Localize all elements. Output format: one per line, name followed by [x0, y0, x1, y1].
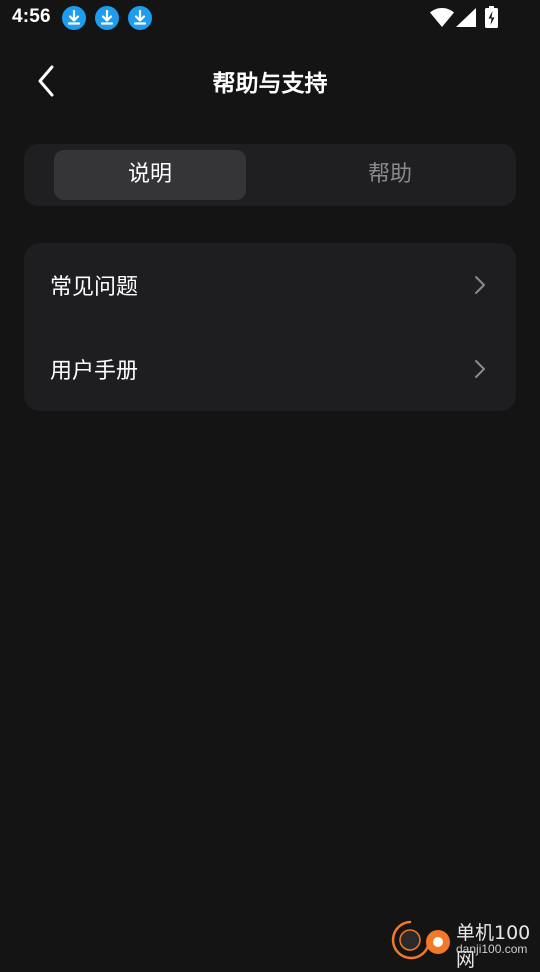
- battery-charging-icon: [485, 6, 498, 28]
- download-icon: [95, 6, 119, 30]
- chevron-right-icon: [475, 276, 485, 294]
- status-bar: 4:56: [0, 0, 540, 36]
- page-title: 帮助与支持: [212, 71, 328, 97]
- list-item-label: 用户手册: [50, 359, 139, 384]
- list-item-user-manual[interactable]: 用户手册: [24, 327, 516, 411]
- list-item-label: 常见问题: [50, 275, 139, 300]
- wifi-icon: [430, 8, 454, 27]
- download-icon: [128, 6, 152, 30]
- tab-help[interactable]: 帮助: [294, 150, 486, 200]
- watermark: 单机100网 danji100.com: [390, 914, 540, 971]
- signal-icon: [456, 8, 476, 27]
- download-icon: [62, 6, 86, 30]
- watermark-logo-icon: [391, 920, 450, 960]
- watermark-url: danji100.com: [456, 942, 528, 956]
- list-item-faq[interactable]: 常见问题: [24, 243, 516, 327]
- tab-instructions[interactable]: 说明: [54, 150, 246, 200]
- status-time: 4:56: [12, 6, 51, 27]
- chevron-right-icon: [475, 360, 485, 378]
- segmented-tabs: 说明 帮助: [24, 144, 516, 206]
- header: 帮助与支持: [0, 50, 540, 110]
- help-list: 常见问题 用户手册: [24, 243, 516, 411]
